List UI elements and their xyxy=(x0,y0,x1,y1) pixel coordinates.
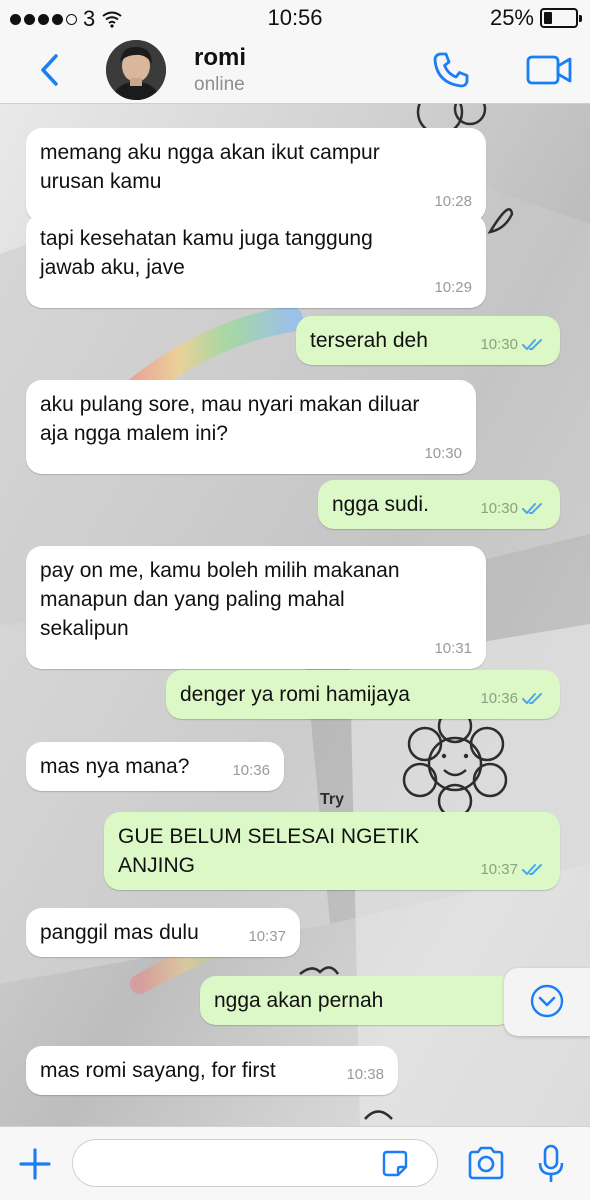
message-text: sekalipun xyxy=(40,617,129,640)
double-check-icon xyxy=(522,692,542,704)
outgoing-message[interactable]: ngga akan pernah xyxy=(200,976,514,1025)
double-check-icon xyxy=(522,863,542,875)
message-time: 10:37 xyxy=(480,861,518,878)
chevron-left-icon xyxy=(41,54,58,86)
contact-status: online xyxy=(194,74,245,95)
sticker-button[interactable] xyxy=(380,1149,410,1179)
message-meta: 10:37 xyxy=(480,855,546,884)
outgoing-message[interactable]: ngga sudi. 10:30 xyxy=(318,480,560,529)
chat-area[interactable]: Try memang aku ngga akan ikut campur urus… xyxy=(0,104,590,1126)
phone-icon xyxy=(433,52,469,88)
message-meta: 10:30 xyxy=(424,439,462,468)
video-camera-icon xyxy=(526,55,572,85)
camera-icon xyxy=(468,1146,504,1180)
message-time: 10:38 xyxy=(346,1066,384,1083)
message-meta: 10:30 xyxy=(480,330,546,359)
message-text: urusan kamu xyxy=(40,170,162,193)
battery-percent: 25% xyxy=(489,5,534,30)
message-text: manapun dan yang paling mahal xyxy=(40,588,345,611)
message-time: 10:29 xyxy=(434,279,472,296)
outgoing-message[interactable]: GUE BELUM SELESAI NGETIK ANJING 10:37 xyxy=(104,812,560,890)
message-meta: 10:29 xyxy=(434,273,472,302)
contact-name[interactable]: romi xyxy=(194,44,246,72)
message-text: pay on me, kamu boleh milih makanan xyxy=(40,559,400,582)
incoming-message[interactable]: pay on me, kamu boleh milih makanan manap… xyxy=(26,546,486,669)
incoming-message[interactable]: tapi kesehatan kamu juga tanggung jawab a… xyxy=(26,214,486,308)
outgoing-message[interactable]: denger ya romi hamijaya 10:36 xyxy=(166,670,560,719)
message-time: 10:30 xyxy=(424,445,462,462)
voice-message-button[interactable] xyxy=(536,1143,566,1185)
message-text: tapi kesehatan kamu juga tanggung xyxy=(40,227,373,250)
message-time: 10:28 xyxy=(434,193,472,210)
message-time: 10:30 xyxy=(480,500,518,517)
message-time: 10:36 xyxy=(232,762,270,779)
status-right: 25% xyxy=(489,5,582,31)
incoming-message[interactable]: aku pulang sore, mau nyari makan diluar a… xyxy=(26,380,476,474)
message-meta: 10:30 xyxy=(480,494,546,523)
chat-header: romi online xyxy=(0,36,590,104)
chevron-down-icon xyxy=(530,984,564,1018)
status-bar: 3 10:56 25% xyxy=(0,0,590,36)
message-meta: 10:31 xyxy=(434,634,472,663)
message-meta: 10:28 xyxy=(434,187,472,216)
double-check-icon xyxy=(522,502,542,514)
attach-button[interactable] xyxy=(18,1147,52,1181)
incoming-message[interactable]: mas romi sayang, for first 10:38 xyxy=(26,1046,398,1095)
message-time: 10:31 xyxy=(434,640,472,657)
avatar[interactable] xyxy=(106,40,166,100)
input-bar xyxy=(0,1126,590,1200)
video-call-button[interactable] xyxy=(524,50,576,90)
incoming-message[interactable]: memang aku ngga akan ikut campur urusan k… xyxy=(26,128,486,222)
message-time: 10:37 xyxy=(248,928,286,945)
message-text: mas romi sayang, for first xyxy=(40,1059,276,1082)
message-meta: 10:36 xyxy=(480,684,546,713)
call-button[interactable] xyxy=(430,49,472,91)
message-time: 10:30 xyxy=(480,336,518,353)
scroll-to-bottom-button[interactable] xyxy=(504,968,590,1036)
message-meta: 10:38 xyxy=(346,1060,384,1089)
message-text: jawab aku, jave xyxy=(40,256,185,279)
sticker-icon xyxy=(382,1150,408,1177)
camera-button[interactable] xyxy=(466,1145,506,1181)
double-check-icon xyxy=(522,338,542,350)
message-text: aja ngga malem ini? xyxy=(40,422,228,445)
incoming-message[interactable]: panggil mas dulu 10:37 xyxy=(26,908,300,957)
message-meta: 10:36 xyxy=(232,756,270,785)
incoming-message[interactable]: mas nya mana? 10:36 xyxy=(26,742,284,791)
outgoing-message[interactable]: terserah deh 10:30 xyxy=(296,316,560,365)
message-time: 10:36 xyxy=(480,690,518,707)
battery-icon xyxy=(540,8,582,28)
message-meta: 10:37 xyxy=(248,922,286,951)
message-text: memang aku ngga akan ikut campur xyxy=(40,141,380,164)
plus-icon xyxy=(19,1148,51,1180)
microphone-icon xyxy=(538,1144,564,1182)
message-text: ngga akan pernah xyxy=(214,989,384,1012)
back-button[interactable] xyxy=(30,50,70,90)
message-text: aku pulang sore, mau nyari makan diluar xyxy=(40,393,420,416)
wallpaper-doodle-text: Try xyxy=(320,791,344,808)
